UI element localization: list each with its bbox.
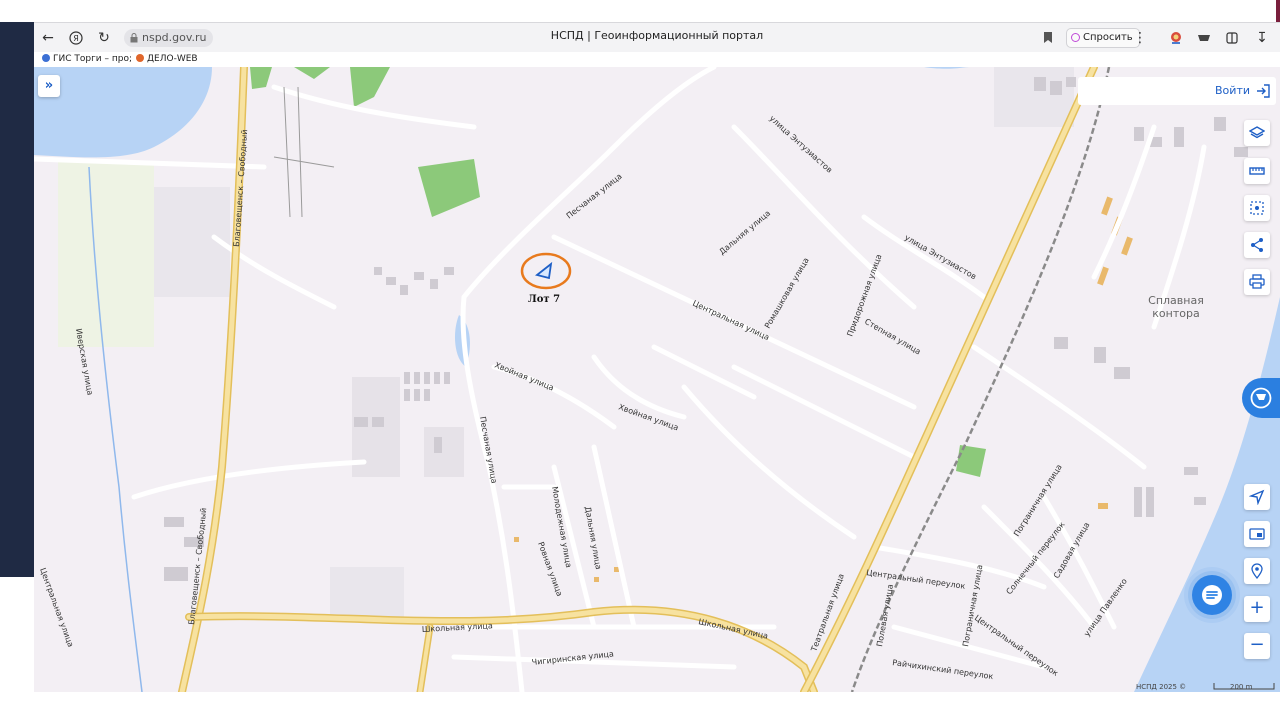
scale-label: 200 m (1230, 683, 1253, 691)
map-view[interactable]: Песчаная улица Песчаная улица улица Энту… (34, 67, 1280, 692)
bookmark-label: ДЕЛО-WEB (147, 54, 198, 64)
url-text: nspd.gov.ru (142, 31, 207, 44)
measure-button[interactable] (1244, 158, 1270, 184)
layers-icon (1249, 126, 1265, 139)
ask-icon (1071, 33, 1080, 42)
zone (994, 67, 1074, 127)
lake-northwest (34, 67, 212, 158)
minimap-button[interactable] (1244, 521, 1270, 547)
park-top (350, 67, 390, 107)
street-label: Центральная улица (691, 299, 771, 343)
bookmark-label: ГИС Торги – про; (53, 54, 133, 64)
back-button[interactable]: ← (38, 28, 58, 48)
park-north (418, 159, 480, 217)
power-lines (273, 86, 335, 218)
zoom-out-button[interactable]: − (1244, 633, 1270, 659)
street-label: Ровная улица (536, 541, 564, 598)
ask-label: Спросить (1083, 32, 1133, 43)
street-label: Центральный переулок (866, 568, 966, 591)
select-area-icon (1250, 201, 1264, 215)
park-corner (250, 67, 272, 89)
share-icon (1251, 238, 1263, 252)
assistant-tab[interactable] (1242, 378, 1280, 418)
street-label: улица Павленко (1082, 577, 1129, 638)
zone (424, 427, 464, 477)
minimap-icon (1249, 528, 1265, 540)
place-label: Сплавная (1148, 294, 1204, 307)
geolocation-icon (1251, 563, 1263, 579)
street-label: Центральная улица (38, 567, 75, 649)
navigation-arrow-icon (1249, 489, 1265, 505)
bottom-margin (0, 692, 1280, 720)
layers-button[interactable] (1244, 120, 1270, 146)
browser-toolbar: ← Я ↻ nspd.gov.ru НСПД | Геоинформационн… (34, 22, 1280, 53)
yandex-icon[interactable]: Я (66, 28, 86, 48)
extension-avatar-icon[interactable] (1166, 28, 1186, 48)
zoom-in-button[interactable]: + (1244, 596, 1270, 622)
park-strip (294, 67, 330, 79)
expand-panel-button[interactable]: » (38, 75, 60, 97)
street-label: Песчаная улица (565, 172, 624, 221)
geolocation-button[interactable] (1244, 558, 1270, 584)
window-accent (1276, 0, 1280, 22)
login-label: Войти (1215, 84, 1250, 97)
lock-icon (130, 33, 138, 43)
share-button[interactable] (1244, 232, 1270, 258)
buildings (164, 77, 1248, 581)
street-label: Хвойная улица (493, 361, 555, 393)
street-label: Благовещенск – Свободный (232, 129, 249, 247)
reload-button[interactable]: ↻ (94, 28, 114, 48)
street-label: Дальняя улица (718, 209, 773, 257)
gis-icon (42, 54, 50, 62)
water-north (924, 67, 969, 69)
more-menu-icon[interactable]: ⋮ (1130, 28, 1150, 48)
lot-label: Лот 7 (528, 294, 560, 305)
zone (330, 567, 404, 617)
street-label: улица Энтузиастов (768, 114, 835, 175)
bookmark-gis-torgi[interactable]: ГИС Торги – про; (42, 53, 132, 65)
tabs-icon[interactable] (1222, 28, 1242, 48)
print-icon (1249, 274, 1265, 289)
ask-button[interactable]: Спросить (1066, 28, 1140, 48)
street-label: улица Энтузиастов (903, 233, 978, 282)
field (58, 162, 154, 347)
major-roads (178, 67, 1098, 692)
bookmark-icon[interactable] (1038, 28, 1058, 48)
street-label: Ромашковая улица (763, 256, 811, 330)
street-label: Полевая улица (875, 583, 895, 647)
park-east (956, 445, 986, 477)
login-button[interactable]: Войти (1215, 83, 1270, 99)
login-panel: Войти (1078, 77, 1276, 105)
street-label: Центральный переулок (973, 613, 1060, 678)
extension-icon[interactable] (1194, 28, 1214, 48)
copyright: НСПД 2025 © (1136, 683, 1186, 691)
chat-button[interactable] (1192, 575, 1232, 615)
street-label: Дальняя улица (583, 506, 603, 570)
bookmark-delo-web[interactable]: ДЕЛО-WEB (136, 53, 198, 65)
locate-button[interactable] (1244, 484, 1270, 510)
parcel-icon[interactable] (534, 261, 553, 280)
select-area-button[interactable] (1244, 195, 1270, 221)
desktop-edge (0, 22, 34, 577)
print-button[interactable] (1244, 269, 1270, 295)
top-margin (0, 0, 1280, 22)
map-canvas[interactable]: Песчаная улица Песчаная улица улица Энту… (34, 67, 1280, 692)
assistant-icon (1250, 387, 1272, 409)
street-label: Пограничная улица (961, 564, 984, 648)
address-bar[interactable]: nspd.gov.ru (124, 29, 213, 47)
street-label: Песчаная улица (478, 416, 499, 484)
place-label: контора (1152, 307, 1199, 320)
minor-streets (34, 67, 1207, 692)
chat-icon (1202, 585, 1222, 605)
bookmarks-bar: ГИС Торги – про; ДЕЛО-WEB (34, 52, 1280, 66)
delo-icon (136, 54, 144, 62)
street-label: Степная улица (863, 317, 922, 356)
download-icon[interactable]: ↧ (1252, 28, 1272, 48)
ruler-icon (1249, 167, 1265, 175)
svg-text:Я: Я (73, 34, 79, 43)
street-label: Райчихинский переулок (892, 658, 994, 681)
login-icon (1257, 84, 1270, 98)
